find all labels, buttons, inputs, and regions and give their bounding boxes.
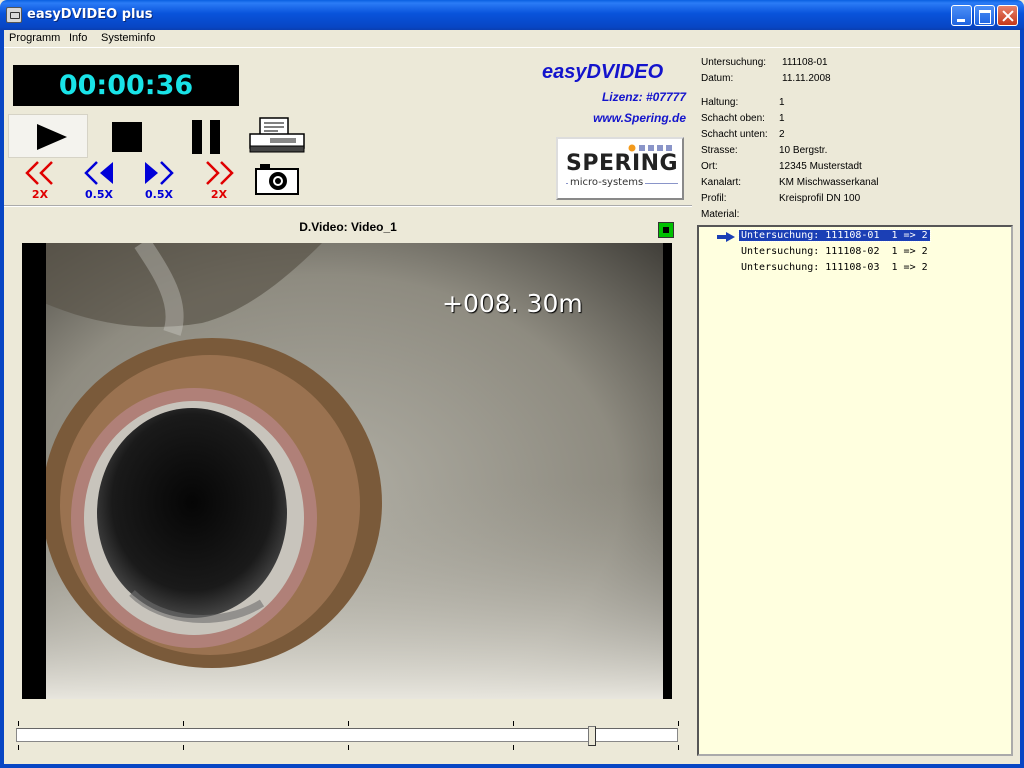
info-value: 10 Bergstr. [779,145,828,156]
info-label: Schacht unten: [701,129,768,140]
fast-forward-2x-button[interactable]: 2X [199,160,239,206]
info-label: Kanalart: [701,177,742,188]
slow-rewind-0-5x-button[interactable]: 0.5X [79,160,119,206]
video-frame[interactable]: +008. 30m [22,243,672,699]
website-link[interactable]: www.Spering.de [593,111,686,125]
video-position-slider[interactable] [16,728,678,742]
minimize-button[interactable] [951,5,972,26]
logo-word: SPERING [566,151,679,176]
info-value: 2 [779,129,785,140]
slider-thumb[interactable] [588,726,597,746]
speed-label: 0.5X [85,188,113,201]
time-display: 00:00:36 [13,65,239,106]
menu-programm[interactable]: Programm [9,32,60,44]
logo-subtitle: micro-systems [568,177,646,188]
window-frame-bottom [0,764,1024,768]
brand-title: easyDVIDEO [542,61,664,83]
recording-indicator-icon [658,222,674,238]
menu-info[interactable]: Info [69,32,87,44]
list-item[interactable]: Untersuchung: 111108-02 1 => 2 [739,246,930,257]
info-value: 12345 Musterstadt [779,161,862,172]
info-label: Ort: [701,161,718,172]
distance-overlay: +008. 30m [442,289,583,318]
video-area: D.Video: Video_1 +008. 30m [4,210,692,764]
camera-icon[interactable] [254,162,300,196]
speed-label: 2X [210,188,228,201]
info-value: Kreisprofil DN 100 [779,193,861,204]
menu-bar: Programm Info Systeminfo [4,30,1020,48]
double-chevron-left-icon [25,161,53,185]
info-label: Schacht oben: [701,113,765,124]
list-item[interactable]: Untersuchung: 111108-01 1 => 2 [738,229,931,242]
window-frame-right [1020,30,1024,768]
video-title: D.Video: Video_1 [299,220,397,234]
speed-label: 0.5X [145,188,173,201]
app-icon [6,7,22,23]
inspection-list[interactable]: Untersuchung: 111108-01 1 => 2 Untersuch… [697,225,1013,756]
step-forward-icon [145,161,174,185]
info-value: 1 [779,97,785,108]
close-button[interactable] [997,5,1018,26]
arrow-right-icon [717,232,735,242]
window-title: easyDVIDEO plus [27,7,153,22]
double-chevron-right-icon [206,161,234,185]
maximize-button[interactable] [974,5,995,26]
info-label: Haltung: [701,97,739,108]
pause-button[interactable] [192,120,222,154]
play-button[interactable] [8,114,88,158]
info-value: 111108-01 [782,57,828,68]
menu-systeminfo[interactable]: Systeminfo [101,32,155,44]
license-text: Lizenz: #07777 [601,90,686,104]
stop-button[interactable] [112,122,142,152]
slow-forward-0-5x-button[interactable]: 0.5X [139,160,179,206]
printer-icon[interactable] [248,116,306,156]
info-label: Untersuchung: [701,57,767,68]
info-value: 11.11.2008 [782,73,831,84]
info-value: KM Mischwasserkanal [779,177,879,188]
inspection-info-panel: Untersuchung: 111108-01 Datum: 11.11.200… [696,50,1016,223]
info-label: Datum: [701,73,734,84]
info-label: Strasse: [701,145,738,156]
fast-rewind-2x-button[interactable]: 2X [20,160,60,206]
list-item[interactable]: Untersuchung: 111108-03 1 => 2 [739,262,930,273]
info-label: Material: [701,209,740,220]
spering-logo: SPERING micro-systems [556,137,684,200]
info-label: Profil: [701,193,727,204]
step-back-icon [84,161,113,185]
info-value: 1 [779,113,785,124]
control-panel: 00:00:36 2X 0.5X 0.5X 2X easyDVIDEO Lize… [4,50,692,207]
speed-label: 2X [31,188,49,201]
title-bar[interactable]: easyDVIDEO plus [0,0,1024,30]
